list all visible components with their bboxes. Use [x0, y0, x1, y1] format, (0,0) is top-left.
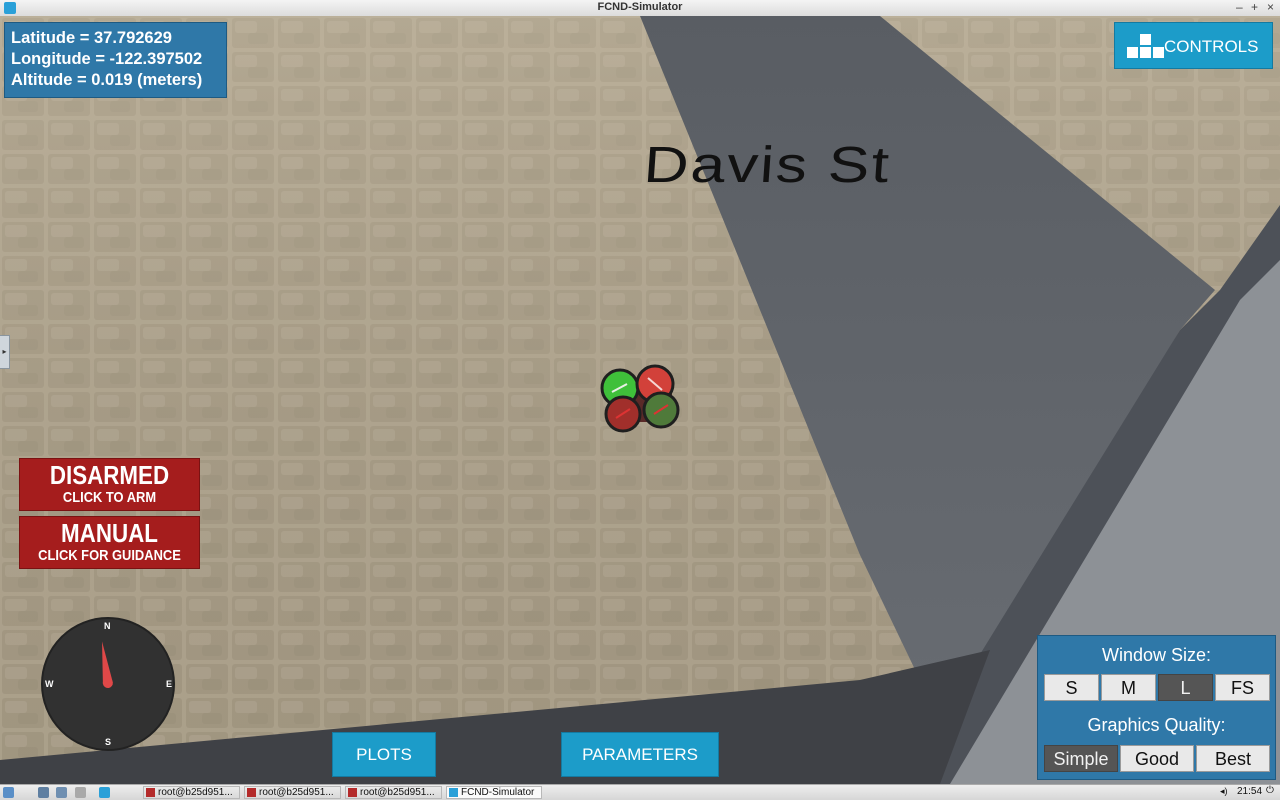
file-manager-icon[interactable]	[56, 787, 67, 798]
keyboard-keys-icon	[1127, 34, 1165, 60]
mode-state-label: MANUAL	[61, 518, 158, 548]
clock: 21:54	[1237, 786, 1263, 797]
street-name-label: Davis St	[641, 136, 893, 194]
taskbar-task[interactable]: root@b25d951...	[244, 786, 341, 799]
close-button[interactable]: ×	[1267, 0, 1274, 15]
taskbar-task[interactable]: root@b25d951...	[345, 786, 442, 799]
minimize-button[interactable]: –	[1236, 0, 1243, 15]
graphics-quality-title: Graphics Quality:	[1087, 715, 1226, 735]
window-title: FCND-Simulator	[597, 1, 683, 13]
arm-button[interactable]: DISARMED CLICK TO ARM	[19, 458, 200, 511]
volume-icon[interactable]: ◂)	[1220, 786, 1228, 797]
latitude-readout: Latitude = 37.792629	[11, 29, 172, 47]
system-taskbar: root@b25d951... root@b25d951... root@b25…	[0, 784, 1280, 800]
compass-needle-icon	[102, 641, 113, 689]
flight-mode-button[interactable]: MANUAL CLICK FOR GUIDANCE	[19, 516, 200, 569]
window-size-l-button[interactable]: L	[1158, 674, 1213, 701]
controls-button[interactable]: CONTROLS	[1114, 22, 1273, 69]
mode-action-label: CLICK FOR GUIDANCE	[38, 547, 181, 564]
graphics-good-button[interactable]: Good	[1120, 745, 1194, 772]
taskbar-task[interactable]: root@b25d951...	[143, 786, 240, 799]
controls-button-label: CONTROLS	[1164, 37, 1259, 56]
window-list-icon[interactable]	[75, 787, 86, 798]
quadcopter-drone	[600, 364, 680, 433]
graphics-simple-button[interactable]: Simple	[1044, 745, 1118, 772]
window-size-m-button[interactable]: M	[1101, 674, 1156, 701]
coordinates-panel: Latitude = 37.792629 Longitude = -122.39…	[4, 22, 227, 98]
longitude-readout: Longitude = -122.397502	[11, 50, 203, 68]
parameters-button[interactable]: PARAMETERS	[561, 732, 719, 777]
simulator-launcher-icon[interactable]	[99, 787, 110, 798]
graphics-best-button[interactable]: Best	[1196, 745, 1270, 772]
desktop-icon[interactable]	[38, 787, 49, 798]
window-size-fs-button[interactable]: FS	[1215, 674, 1270, 701]
window-title-bar: FCND-Simulator – + ×	[0, 0, 1280, 17]
maximize-button[interactable]: +	[1251, 0, 1258, 15]
window-size-title: Window Size:	[1101, 645, 1212, 665]
compass: N E S W	[41, 617, 175, 751]
power-icon[interactable]: ⏻	[1266, 785, 1274, 796]
side-panel-toggle[interactable]: ▸	[0, 335, 10, 369]
window-size-s-button[interactable]: S	[1044, 674, 1099, 701]
display-settings-panel: Window Size: S M L FS Graphics Quality: …	[1037, 635, 1276, 780]
altitude-readout: Altitude = 0.019 (meters)	[11, 71, 203, 89]
arm-action-label: CLICK TO ARM	[62, 489, 157, 506]
arm-state-label: DISARMED	[49, 460, 170, 490]
taskbar-task-active[interactable]: FCND-Simulator	[446, 786, 542, 799]
plots-button[interactable]: PLOTS	[332, 732, 436, 777]
start-menu-icon[interactable]	[3, 787, 14, 798]
